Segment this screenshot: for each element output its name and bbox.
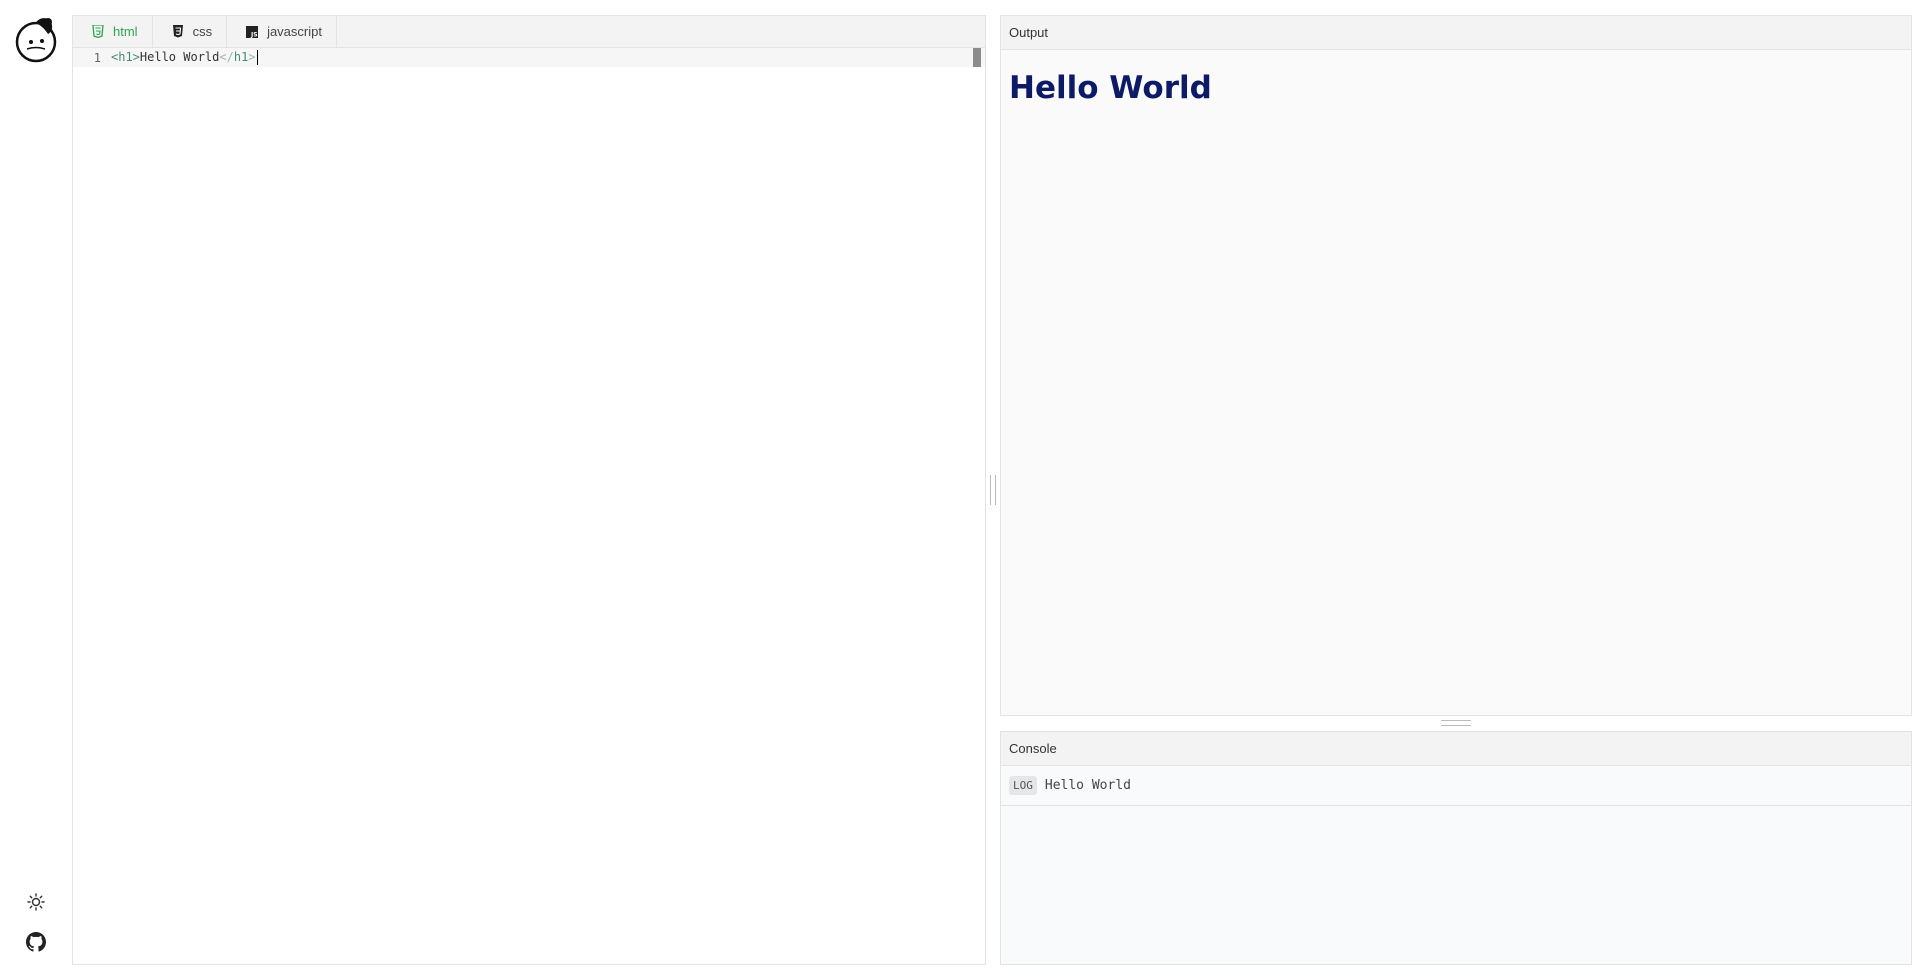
open-tag: <h1> <box>111 50 140 64</box>
close-tag-lt: </ <box>219 50 234 64</box>
tab-javascript-label: javascript <box>267 24 322 39</box>
close-tag-name: h1 <box>233 50 249 64</box>
line-number: 1 <box>93 50 101 65</box>
code-editor[interactable]: 1 <h1>Hello World</h1> <box>73 48 985 964</box>
github-icon <box>26 931 46 957</box>
text-cursor <box>256 50 258 65</box>
svg-text:JS: JS <box>250 31 258 38</box>
tab-javascript[interactable]: JS javascript <box>227 16 337 47</box>
output-heading: Hello World <box>1009 70 1212 106</box>
code-line-1[interactable]: 1 <h1>Hello World</h1> <box>73 48 985 67</box>
log-message: Hello World <box>1044 778 1131 793</box>
console-header: Console <box>1001 732 1911 766</box>
close-tag-gt: > <box>248 50 256 64</box>
console-panel: Console LOG Hello World <box>1000 731 1912 965</box>
theme-toggle-button[interactable] <box>22 890 50 918</box>
tab-css[interactable]: css <box>153 16 228 47</box>
output-preview: Hello World <box>1001 50 1911 126</box>
output-header: Output <box>1001 16 1911 50</box>
tab-html-label: html <box>113 24 138 39</box>
log-level-badge: LOG <box>1009 776 1037 795</box>
console-title: Console <box>1009 741 1057 756</box>
console-entry: LOG Hello World <box>1001 766 1911 806</box>
html5-icon <box>91 25 105 39</box>
output-title: Output <box>1009 25 1049 40</box>
sidebar <box>0 0 72 979</box>
output-panel: Output Hello World <box>1000 15 1912 716</box>
mascot-face-icon[interactable] <box>14 16 58 64</box>
tab-html[interactable]: html <box>73 16 153 47</box>
github-button[interactable] <box>22 930 50 958</box>
code-content: <h1>Hello World</h1> <box>111 50 258 65</box>
js-icon: JS <box>245 25 259 39</box>
css3-icon <box>171 25 185 39</box>
editor-scrollbar[interactable] <box>973 48 981 67</box>
editor-tabbar: html css JS javascript <box>73 16 985 48</box>
code-text: Hello World <box>139 50 220 64</box>
sun-icon <box>27 892 45 916</box>
tab-css-label: css <box>192 24 213 39</box>
vertical-resize-handle[interactable] <box>990 475 996 505</box>
editor-panel: html css JS javascript 1 <h1>Hello World… <box>72 15 986 965</box>
horizontal-resize-handle[interactable] <box>1441 720 1471 726</box>
